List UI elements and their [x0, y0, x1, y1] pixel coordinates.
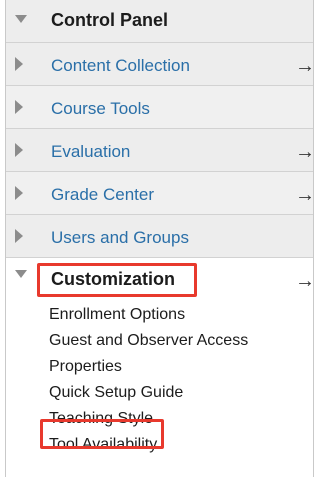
expand-triangle-icon[interactable]	[15, 57, 23, 71]
link-teaching-style[interactable]: Teaching Style	[49, 410, 153, 428]
collapse-triangle-icon[interactable]	[15, 270, 27, 278]
link-tool-availability[interactable]: Tool Availability	[49, 436, 157, 454]
menu-item-evaluation[interactable]: Evaluation →	[6, 129, 315, 172]
arrow-right-icon[interactable]: →	[295, 56, 315, 76]
link-enrollment-options[interactable]: Enrollment Options	[49, 306, 185, 324]
control-panel: Control Panel Content Collection → Cours…	[5, 0, 315, 477]
control-panel-title: Control Panel	[51, 10, 169, 30]
menu-item-label[interactable]: Content Collection	[51, 56, 190, 76]
menu-item-label[interactable]: Grade Center	[51, 185, 154, 205]
collapse-triangle-icon[interactable]	[15, 15, 27, 23]
arrow-right-icon[interactable]: →	[295, 185, 315, 205]
customization-header[interactable]: Customization →	[6, 258, 315, 301]
expand-triangle-icon[interactable]	[15, 143, 23, 157]
menu-item-label[interactable]: Course Tools	[51, 99, 150, 119]
arrow-right-icon[interactable]: →	[295, 271, 315, 291]
arrow-right-icon[interactable]: →	[295, 142, 315, 162]
menu-item-label[interactable]: Users and Groups	[51, 228, 189, 248]
link-properties[interactable]: Properties	[49, 358, 122, 376]
customization-title[interactable]: Customization	[51, 269, 175, 290]
customization-section: Customization → Enrollment Options Guest…	[6, 258, 315, 477]
control-panel-header[interactable]: Control Panel	[6, 0, 313, 43]
menu-item-content-collection[interactable]: Content Collection →	[6, 43, 315, 86]
expand-triangle-icon[interactable]	[15, 100, 23, 114]
menu-item-label[interactable]: Evaluation	[51, 142, 130, 162]
expand-triangle-icon[interactable]	[15, 186, 23, 200]
link-guest-and-observer-access[interactable]: Guest and Observer Access	[49, 332, 248, 350]
expand-triangle-icon[interactable]	[15, 229, 23, 243]
link-quick-setup-guide[interactable]: Quick Setup Guide	[49, 384, 183, 402]
menu-item-users-and-groups[interactable]: Users and Groups	[6, 215, 313, 258]
menu-item-grade-center[interactable]: Grade Center →	[6, 172, 315, 215]
menu-item-course-tools[interactable]: Course Tools	[6, 86, 313, 129]
